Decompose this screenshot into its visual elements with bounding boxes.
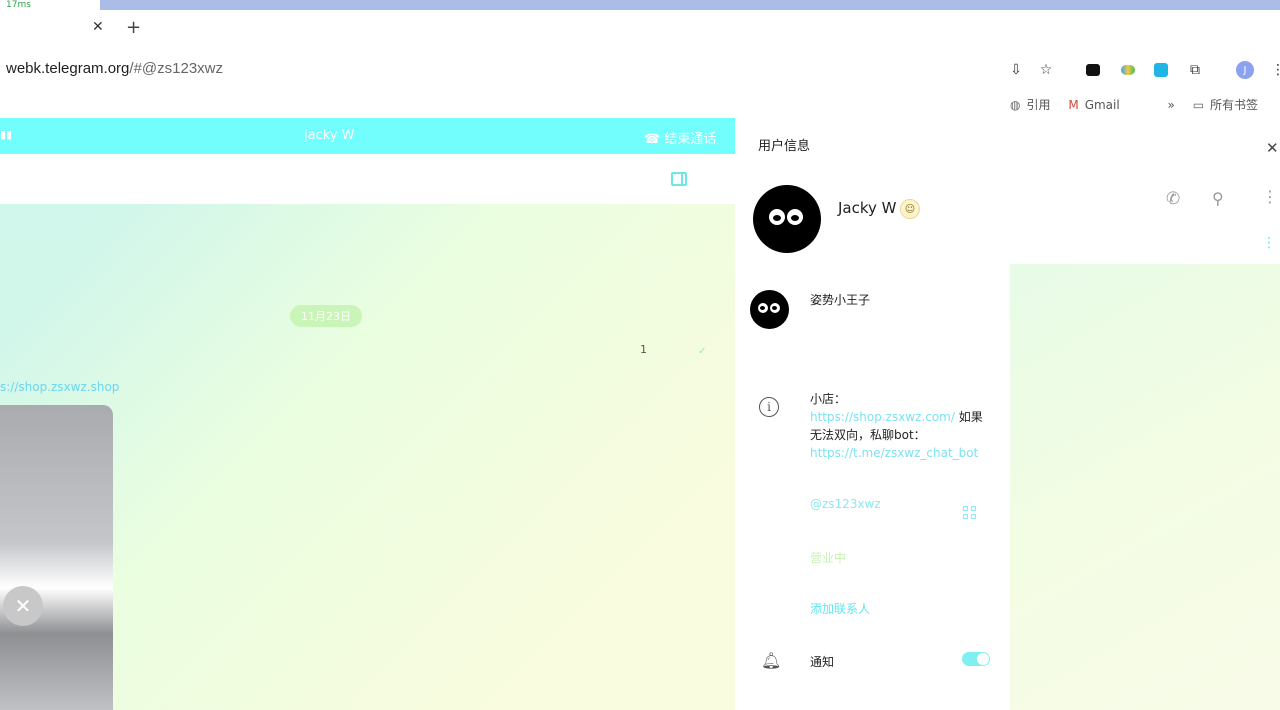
user-name: Jacky W — [838, 199, 897, 217]
phone-icon[interactable]: ✆ — [1166, 189, 1180, 209]
date-label: 11月23日 — [301, 310, 351, 323]
install-app-icon[interactable]: ⇩ — [1006, 60, 1026, 80]
end-call-button[interactable]: ☎ 结束通话 — [644, 128, 716, 147]
new-tab-icon[interactable]: + — [126, 17, 141, 38]
bio-link[interactable]: https://t.me/zsxwz_chat_bot — [810, 446, 978, 460]
hangup-icon: ☎ — [644, 132, 661, 147]
more-icon[interactable]: ⋮ — [1262, 235, 1276, 251]
call-name: jacky W — [304, 128, 355, 143]
search-icon[interactable]: ⚲ — [1212, 189, 1224, 208]
panel-title: 用户信息 — [758, 139, 811, 154]
url-field[interactable]: webk.telegram.org/#@zs123xwz — [6, 60, 223, 77]
chat-header — [0, 154, 735, 204]
bell-icon: 🔔︎ — [761, 651, 782, 670]
bookmark-label: Gmail — [1084, 97, 1120, 112]
sidebar-toggle-icon[interactable] — [671, 172, 687, 186]
folder-icon: ▭ — [1192, 97, 1205, 112]
secondary-name: 姿势小王子 — [810, 293, 871, 307]
url-path: /#@zs123xwz — [129, 60, 224, 77]
bookmarks-bar: ◍ 引用 M Gmail » ▭ 所有书签 — [1010, 96, 1280, 114]
info-icon: i — [759, 397, 779, 417]
username[interactable]: @zs123xwz — [810, 497, 881, 511]
close-icon[interactable]: ✕ — [1266, 139, 1279, 157]
add-contact-button[interactable]: 添加联系人 — [810, 600, 870, 617]
extension-icon[interactable] — [1083, 60, 1103, 80]
message-link[interactable]: s://shop.zsxwz.shop — [0, 380, 119, 394]
end-call-label: 结束通话 — [664, 132, 717, 147]
qr-code-icon[interactable] — [963, 506, 977, 520]
bio-text: 小店： https://shop.zsxwz.com/ 如果无法双向，私聊bot… — [810, 390, 990, 462]
url-host: webk.telegram.org — [6, 60, 130, 77]
right-pane-header — [1010, 118, 1280, 264]
emoji-status-icon[interactable]: ☺ — [900, 199, 920, 219]
read-check-icon: ✓ — [698, 346, 707, 357]
extension-icon[interactable] — [1151, 60, 1171, 80]
browser-tab[interactable]: 17ms — [0, 0, 100, 10]
bio-prefix: 小店： — [810, 392, 847, 406]
avatar[interactable] — [750, 290, 789, 329]
menu-icon[interactable]: ⋮ — [1268, 60, 1280, 80]
more-icon[interactable]: ⋮ — [1262, 187, 1278, 206]
bookmark-label: 引用 — [1026, 98, 1051, 112]
bio-link[interactable]: https://shop.zsxwz.com/ — [810, 410, 955, 424]
tab-close-icon[interactable]: ✕ — [92, 19, 104, 35]
browser-top-strip — [0, 0, 1280, 10]
tab-label: 17ms — [6, 0, 31, 10]
more-bookmarks-icon[interactable]: » — [1168, 98, 1175, 112]
media-preview[interactable] — [0, 405, 113, 710]
call-bar: ▮▮ jacky W ☎ 结束通话 — [0, 118, 735, 154]
tab-bar — [0, 10, 1280, 48]
star-icon[interactable]: ☆ — [1036, 60, 1056, 80]
business-status: 营业中 — [810, 551, 847, 565]
globe-icon: ◍ — [1010, 97, 1021, 112]
profile-initial: J — [1243, 64, 1247, 76]
signal-icon: ▮▮ — [0, 128, 13, 141]
right-chat-background — [1010, 264, 1280, 710]
gmail-icon: M — [1068, 97, 1079, 112]
profile-avatar[interactable]: J — [1236, 61, 1254, 79]
date-divider: 11月23日 — [290, 305, 362, 327]
bookmark-label: 所有书签 — [1210, 98, 1259, 112]
notifications-toggle[interactable] — [962, 652, 990, 666]
bookmark-item[interactable]: ◍ 引用 — [1010, 96, 1051, 113]
bookmark-item[interactable]: M Gmail — [1068, 98, 1119, 112]
puzzle-icon[interactable]: ⧉ — [1185, 60, 1205, 80]
message-bubble[interactable]: 1 — [640, 343, 647, 356]
avatar[interactable] — [753, 185, 821, 253]
close-media-icon[interactable]: ✕ — [3, 586, 43, 626]
notifications-label: 通知 — [810, 655, 835, 669]
bookmark-item[interactable]: ▭ 所有书签 — [1193, 96, 1258, 113]
extension-icon[interactable] — [1118, 60, 1138, 80]
